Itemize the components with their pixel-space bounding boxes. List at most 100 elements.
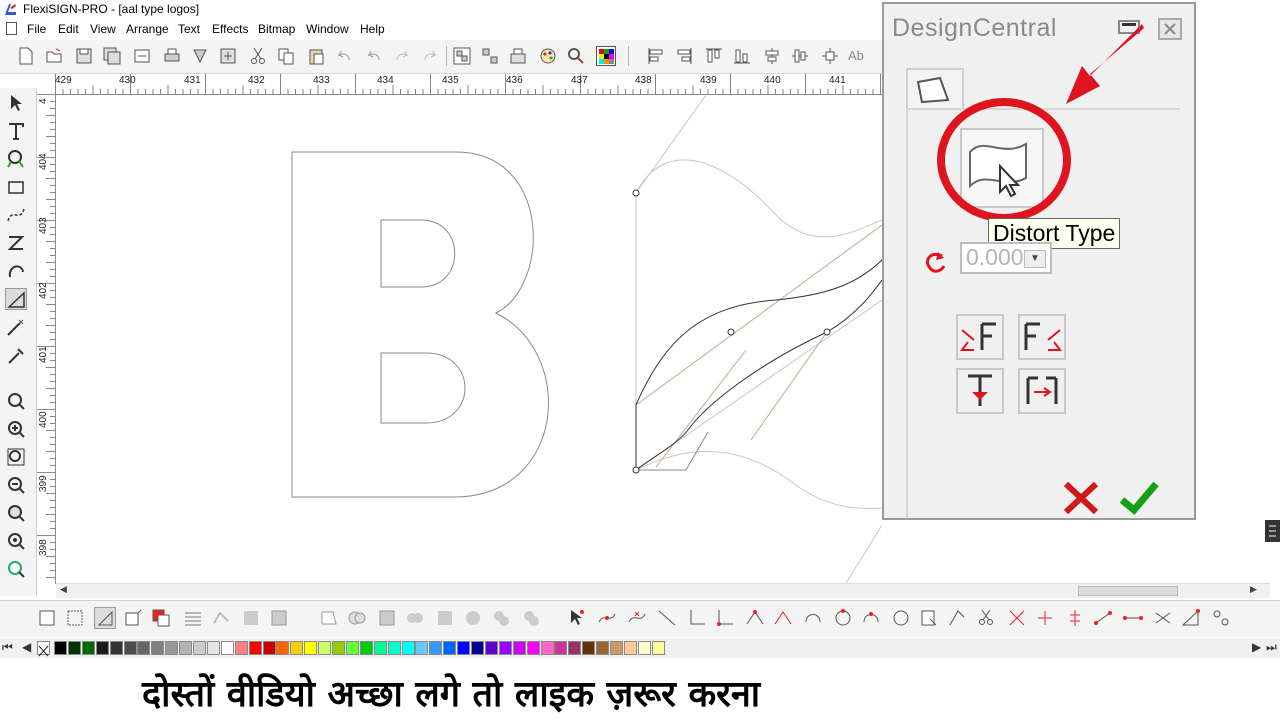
output-icon[interactable] [218, 46, 238, 66]
redo-icon[interactable] [392, 46, 412, 66]
angle-dropdown-icon[interactable]: ▼ [1024, 250, 1046, 268]
color-swatch[interactable] [610, 641, 623, 655]
apply-button[interactable] [1118, 476, 1160, 518]
zoom-search-icon[interactable] [566, 46, 586, 66]
menu-bitmap[interactable]: Bitmap [258, 22, 295, 36]
color-swatch[interactable] [262, 641, 276, 655]
join-node-icon[interactable] [744, 607, 766, 629]
color-swatch[interactable] [332, 641, 345, 655]
color-swatch[interactable] [290, 641, 304, 655]
weld-icon[interactable] [318, 607, 340, 629]
flip-horizontal-button[interactable] [1018, 368, 1066, 414]
color-swatch[interactable] [81, 641, 95, 655]
ungroup-icon[interactable] [480, 46, 500, 66]
text-style-icon[interactable]: Ab [848, 46, 868, 66]
align-bottom-icon[interactable] [732, 46, 752, 66]
save-icon[interactable] [74, 46, 94, 66]
color-swatch[interactable] [651, 641, 665, 655]
undo-list-icon[interactable] [364, 46, 384, 66]
add-node-icon[interactable] [596, 607, 618, 629]
color-swatch[interactable] [179, 641, 193, 655]
scroll-left-arrow-icon[interactable]: ◀ [60, 585, 67, 595]
scissors-node-icon[interactable] [976, 607, 998, 629]
node-edit-tool-icon[interactable] [5, 232, 27, 254]
align-nodes-icon[interactable] [1006, 607, 1028, 629]
cutout-icon[interactable] [462, 607, 484, 629]
zoom-tool-icon[interactable] [5, 390, 27, 412]
menu-text[interactable]: Text [178, 22, 200, 36]
menu-effects[interactable]: Effects [212, 22, 248, 36]
color-swatch[interactable] [248, 641, 262, 655]
break-apart-icon[interactable] [376, 607, 398, 629]
palette-scroll-left-icon[interactable]: ◀ [22, 640, 31, 654]
color-fill-icon[interactable] [150, 607, 172, 629]
align-nodes-vertical-icon[interactable] [1064, 607, 1086, 629]
node-options-icon[interactable] [1210, 607, 1232, 629]
node-distribute-icon[interactable] [1092, 607, 1114, 629]
color-swatch[interactable] [95, 641, 109, 655]
emboss-icon[interactable] [268, 607, 290, 629]
flip-vertical-button[interactable] [956, 368, 1004, 414]
document-icon[interactable] [6, 22, 17, 35]
arc-tool-icon[interactable] [5, 260, 27, 282]
color-mixer-icon[interactable] [596, 46, 616, 66]
panel-scroll-handle[interactable] [1265, 520, 1280, 542]
reverse-path-icon[interactable] [890, 607, 912, 629]
menu-window[interactable]: Window [306, 22, 349, 36]
color-swatch[interactable] [554, 641, 568, 655]
color-swatch[interactable] [429, 641, 443, 655]
no-color-swatch[interactable] [37, 641, 50, 657]
intersect-icon[interactable] [404, 607, 426, 629]
color-swatch[interactable] [540, 641, 554, 655]
circle-node-icon[interactable] [832, 607, 854, 629]
zoom-out-icon[interactable] [5, 474, 27, 496]
palette-scroll-right-icon[interactable]: ▶ [1252, 640, 1261, 654]
node-pointer-icon[interactable] [566, 607, 588, 629]
color-swatch[interactable] [318, 641, 332, 655]
zoom-all-icon[interactable] [5, 502, 27, 524]
color-swatch[interactable] [484, 641, 498, 655]
color-swatch[interactable] [512, 641, 526, 655]
color-swatch[interactable] [234, 641, 248, 655]
node-spread-icon[interactable] [1122, 607, 1144, 629]
color-swatch[interactable] [304, 641, 318, 655]
reduce-nodes-icon[interactable] [946, 607, 968, 629]
new-file-icon[interactable] [16, 46, 36, 66]
menu-edit[interactable]: Edit [58, 22, 79, 36]
group-icon[interactable] [452, 46, 472, 66]
send-to-cutter-icon[interactable] [190, 46, 210, 66]
color-swatch[interactable] [137, 641, 151, 655]
redo-list-icon[interactable] [420, 46, 440, 66]
menu-view[interactable]: View [90, 22, 116, 36]
layers-icon[interactable] [508, 46, 528, 66]
color-swatch[interactable] [54, 641, 67, 655]
color-swatch[interactable] [345, 641, 359, 655]
arc-node-icon[interactable] [860, 607, 882, 629]
color-swatch[interactable] [637, 641, 651, 655]
color-swatch[interactable] [596, 641, 610, 655]
line-node-icon[interactable] [656, 607, 678, 629]
node-tangent-icon[interactable] [1180, 607, 1202, 629]
print-icon[interactable] [162, 46, 182, 66]
offset-icon[interactable] [520, 607, 542, 629]
color-swatch[interactable] [498, 641, 512, 655]
start-point-icon[interactable] [918, 607, 940, 629]
color-swatch[interactable] [109, 641, 123, 655]
zoom-box-icon[interactable] [5, 446, 27, 468]
color-swatch[interactable] [123, 641, 137, 655]
align-top-icon[interactable] [704, 46, 724, 66]
close-icon[interactable] [1158, 18, 1182, 40]
horizontal-scrollbar[interactable]: ◀ ▶ [56, 583, 1270, 598]
menu-file[interactable]: File [27, 22, 46, 36]
outline-icon[interactable] [64, 607, 86, 629]
combine-icon[interactable] [346, 607, 368, 629]
eyedropper-tool-icon[interactable] [5, 344, 27, 366]
flip-right-button[interactable] [1018, 314, 1066, 360]
trim-icon[interactable] [434, 607, 456, 629]
color-swatch[interactable] [471, 641, 484, 655]
rectangle-tool-icon[interactable] [5, 176, 27, 198]
color-swatch[interactable] [401, 641, 415, 655]
menu-help[interactable]: Help [360, 22, 385, 36]
copy-icon[interactable] [276, 46, 296, 66]
color-swatch[interactable] [206, 641, 220, 655]
